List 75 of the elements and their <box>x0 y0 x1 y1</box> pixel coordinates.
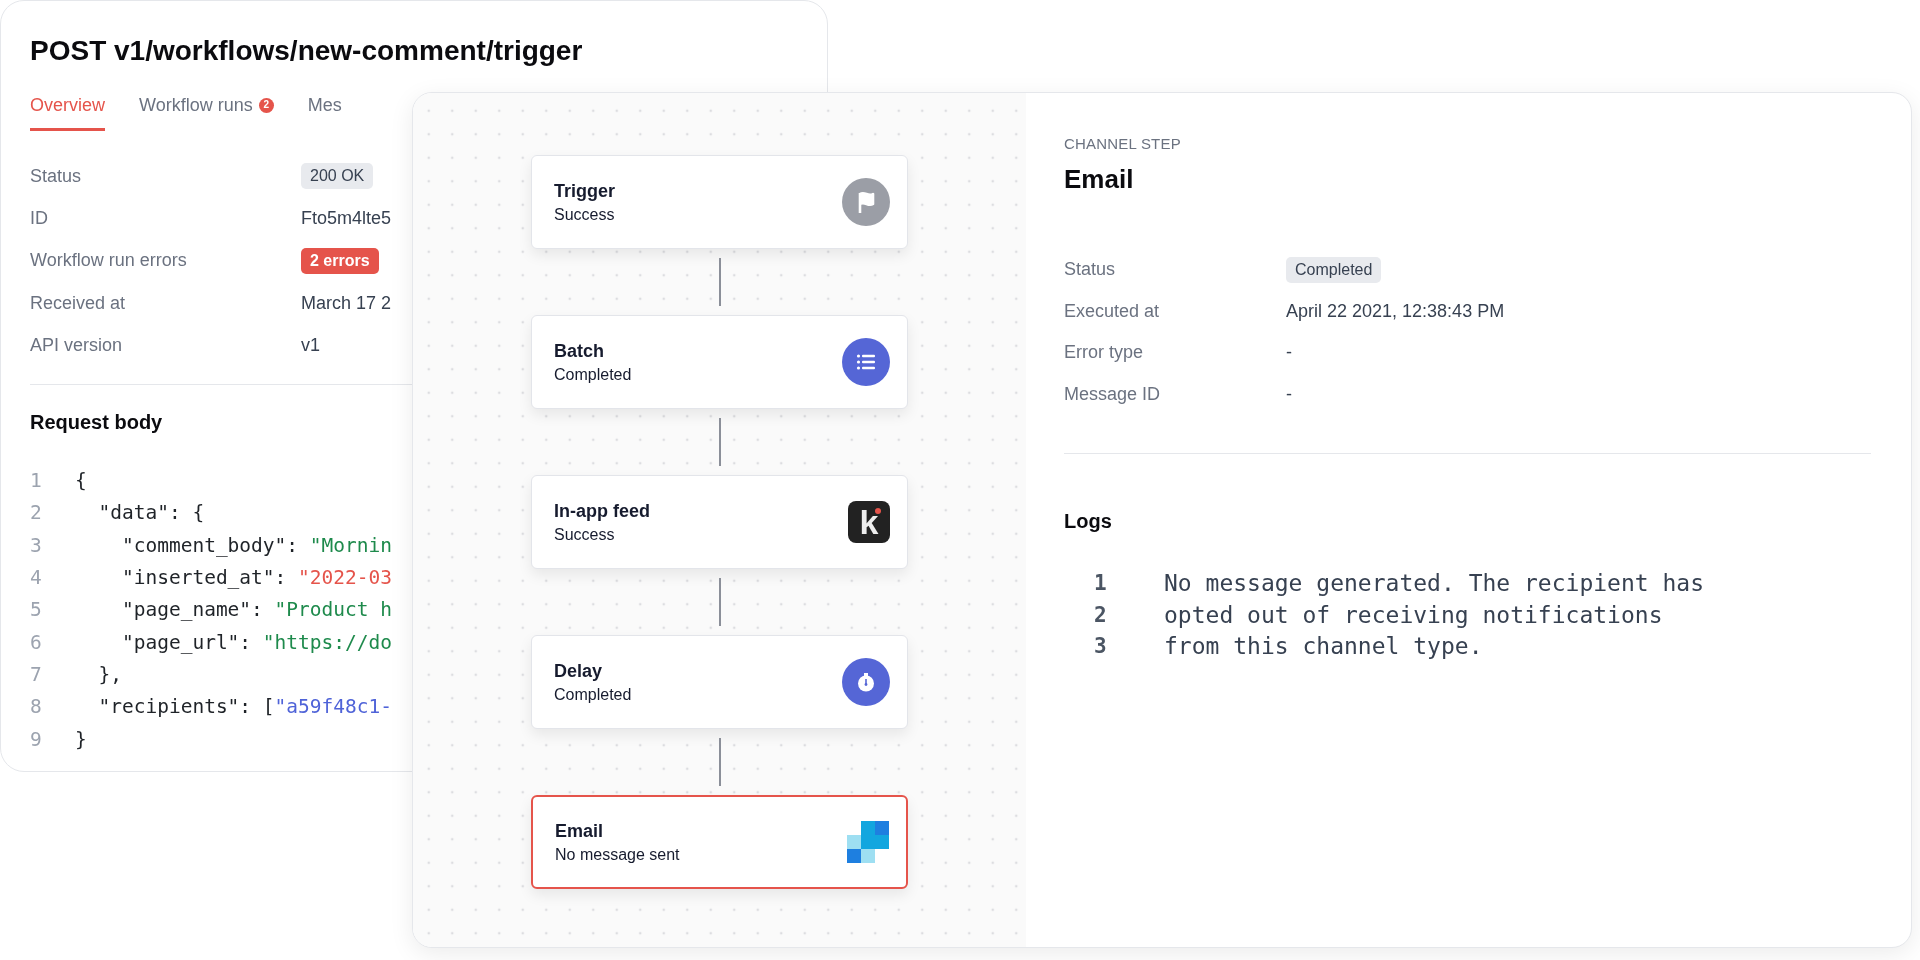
line-number: 2 <box>1094 602 1108 627</box>
step-title: Batch <box>554 340 605 362</box>
connector-line <box>718 738 721 786</box>
field-label: Workflow run errors <box>30 250 188 272</box>
line-number: 3 <box>30 533 43 557</box>
squares-logo-icon <box>847 821 889 863</box>
section-title: Request body <box>30 411 164 435</box>
step-status: No message sent <box>555 845 680 864</box>
field-value: - <box>1286 384 1292 406</box>
line-number: 9 <box>30 727 43 751</box>
field-value: Fto5m4lte5 <box>301 207 392 229</box>
line-number: 1 <box>30 469 43 493</box>
field-value: - <box>1286 342 1292 364</box>
code-line: "data": { <box>97 501 205 525</box>
connector-line <box>718 578 721 626</box>
section-title: Logs <box>1064 510 1113 534</box>
step-status: Success <box>554 525 616 544</box>
count-badge: 2 <box>258 97 274 113</box>
field-value: April 22 2021, 12:38:43 PM <box>1286 300 1505 322</box>
log-line: opted out of receiving notifications <box>1164 601 1663 628</box>
field-label: ID <box>30 207 49 229</box>
field-label: Executed at <box>1064 300 1161 322</box>
app-logo-icon: k <box>848 501 890 543</box>
tab[interactable]: Overview <box>30 93 105 131</box>
request-title: POST v1/workflows/new-comment/trigger <box>30 34 584 68</box>
code-line: "comment_body": "Mornin <box>120 533 392 557</box>
status-badge: Completed <box>1286 256 1382 283</box>
workflow-step-node[interactable]: Email No message sent <box>531 795 908 889</box>
connector-line <box>718 258 721 306</box>
code-line: "inserted_at": "2022-03 <box>120 566 392 589</box>
line-number: 7 <box>30 662 43 686</box>
line-number: 1 <box>1094 571 1108 596</box>
error-badge: 2 errors <box>301 247 379 274</box>
tab[interactable]: Workflow runs 2 <box>139 93 274 131</box>
field-value: v1 <box>301 334 320 356</box>
log-line: No message generated. The recipient has <box>1164 570 1705 597</box>
step-status: Success <box>554 205 615 224</box>
step-title: In-app feed <box>554 500 650 522</box>
workflow-step-node[interactable]: Delay Completed <box>531 635 908 729</box>
field-label: API version <box>30 334 124 356</box>
field-label: Status <box>30 165 83 187</box>
tab[interactable]: Mes <box>307 93 342 131</box>
code-line: "recipients": ["a59f48c1- <box>97 695 392 719</box>
code-line: }, <box>97 662 122 686</box>
code-line: } <box>75 727 87 751</box>
step-title: Delay <box>554 660 604 682</box>
stopwatch-icon <box>842 658 890 706</box>
panel-eyebrow: CHANNEL STEP <box>1064 135 1182 152</box>
line-number: 5 <box>30 598 43 622</box>
log-line: from this channel type. <box>1164 633 1483 660</box>
status-badge: 200 OK <box>301 163 374 190</box>
field-label: Error type <box>1064 342 1145 364</box>
field-label: Received at <box>30 292 127 314</box>
workflow-step-node[interactable]: Batch Completed <box>531 315 908 409</box>
line-number: 6 <box>30 630 43 654</box>
field-value: March 17 2 <box>301 292 392 314</box>
field-label: Message ID <box>1064 384 1162 406</box>
code-line: { <box>75 469 87 493</box>
connector-line <box>718 418 721 466</box>
list-icon <box>842 338 890 386</box>
code-line: "page_url": "https://do <box>120 630 392 654</box>
step-status: Completed <box>554 365 632 384</box>
workflow-step-node[interactable]: In-app feed Success k <box>531 475 908 569</box>
field-label: Status <box>1064 259 1117 281</box>
step-title: Trigger <box>554 180 615 202</box>
step-title: Email <box>555 820 605 842</box>
step-status: Completed <box>554 685 632 704</box>
code-line: "page_name": "Product h <box>120 598 392 622</box>
line-number: 4 <box>30 566 43 589</box>
flag-icon <box>842 178 890 226</box>
workflow-step-node[interactable]: Trigger Success <box>531 155 908 249</box>
step-heading: Email <box>1064 164 1135 195</box>
line-number: 2 <box>30 501 43 525</box>
line-number: 8 <box>30 695 43 719</box>
line-number: 3 <box>1094 634 1108 659</box>
